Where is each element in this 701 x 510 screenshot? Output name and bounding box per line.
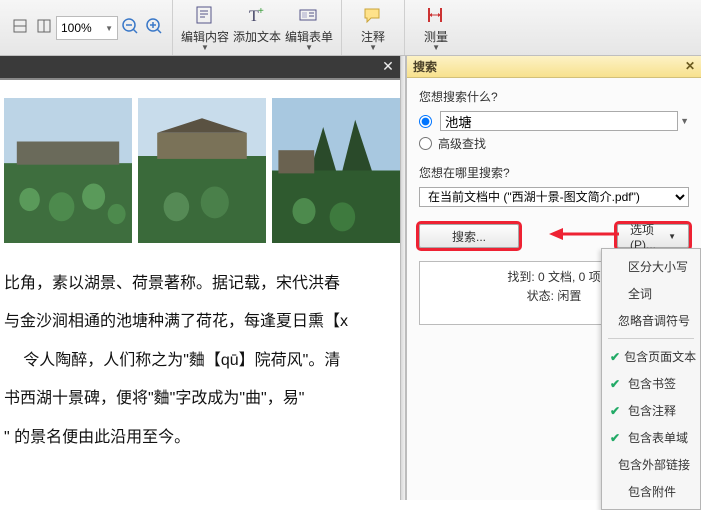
edit-group: 编辑内容 ▼ T+ 添加文本 编辑表单 ▼ [173, 0, 342, 55]
zoom-in-icon[interactable] [144, 16, 164, 36]
search-scope-label: 您想在哪里搜索? [419, 164, 689, 181]
chevron-down-icon: ▼ [201, 43, 209, 52]
edit-form-button[interactable]: 编辑表单 ▼ [283, 2, 335, 52]
advanced-search-label: 高级查找 [438, 135, 486, 152]
annotate-button[interactable]: 注释 ▼ [348, 2, 398, 52]
search-term-radio[interactable] [419, 115, 432, 128]
option-include-attachments[interactable]: 包含附件 [602, 478, 700, 505]
fit-width-icon[interactable] [10, 16, 30, 36]
photo-thumbnail [138, 98, 266, 243]
search-scope-select[interactable]: 在当前文档中 ("西湖十景-图文简介.pdf") [419, 187, 689, 207]
image-row [0, 98, 400, 243]
annotate-icon [362, 4, 384, 26]
document-pane: ✕ [0, 56, 400, 500]
article-line: " 的景名便由此沿用至今。 [4, 419, 396, 457]
photo-thumbnail [272, 98, 400, 243]
zoom-group: 100% ▼ [2, 0, 173, 55]
edit-content-button[interactable]: 编辑内容 ▼ [179, 2, 231, 52]
add-text-icon: T+ [246, 4, 268, 26]
search-input[interactable] [440, 111, 678, 131]
chevron-down-icon: ▼ [305, 43, 313, 52]
fit-page-icon[interactable] [34, 16, 54, 36]
option-ignore-diacritics[interactable]: 忽略音调符号 [602, 307, 700, 334]
zoom-out-icon[interactable] [120, 16, 140, 36]
search-term-row: ▼ [419, 111, 689, 131]
search-button[interactable]: 搜索... [419, 224, 519, 248]
search-buttons-row: 搜索... 选项(P)... ▼ [419, 221, 689, 251]
close-icon[interactable]: ✕ [683, 59, 697, 73]
article-line: 与金沙涧相通的池塘种满了荷花，每逢夏日熏【x [4, 303, 396, 341]
photo-thumbnail [4, 98, 132, 243]
options-dropdown-menu: 区分大小写 全词 忽略音调符号 ✔包含页面文本 ✔包含书签 ✔包含注释 ✔包含表… [601, 248, 701, 510]
annotation-arrow [549, 227, 619, 241]
comment-group: 注释 ▼ [342, 0, 405, 55]
option-include-formfields[interactable]: ✔包含表单域 [602, 424, 700, 451]
document-body: 比角，素以湖景、荷景著称。据记载，宋代洪春 与金沙涧相通的池塘种满了荷花，每逢夏… [0, 78, 400, 500]
add-text-button[interactable]: T+ 添加文本 [231, 2, 283, 52]
svg-text:+: + [258, 6, 264, 17]
search-what-label: 您想搜索什么? [419, 88, 689, 105]
option-include-links[interactable]: 包含外部链接 [602, 451, 700, 478]
measure-button[interactable]: 测量 ▼ [411, 2, 461, 52]
option-case-sensitive[interactable]: 区分大小写 [602, 253, 700, 280]
option-include-comments[interactable]: ✔包含注释 [602, 397, 700, 424]
search-pane-title: 搜索 ✕ [407, 56, 701, 78]
option-include-pagetext[interactable]: ✔包含页面文本 [602, 343, 700, 370]
chevron-down-icon: ▼ [369, 43, 377, 52]
chevron-down-icon: ▼ [432, 43, 440, 52]
close-icon[interactable]: ✕ [380, 58, 396, 74]
article-text: 比角，素以湖景、荷景著称。据记载，宋代洪春 与金沙涧相通的池塘种满了荷花，每逢夏… [0, 243, 400, 457]
option-include-bookmarks[interactable]: ✔包含书签 [602, 370, 700, 397]
advanced-search-row: 高级查找 [419, 135, 689, 152]
measure-icon [425, 4, 447, 26]
menu-separator [608, 338, 694, 339]
article-line: 令人陶醉，人们称之为"麯【qū】院荷风"。清 [4, 342, 396, 380]
zoom-combo[interactable]: 100% ▼ [56, 16, 118, 40]
advanced-search-radio[interactable] [419, 137, 432, 150]
edit-form-icon [298, 4, 320, 26]
article-line: 比角，素以湖景、荷景著称。据记载，宋代洪春 [4, 265, 396, 303]
measure-group: 测量 ▼ [405, 0, 467, 55]
options-button[interactable]: 选项(P)... ▼ [617, 224, 689, 248]
edit-content-icon [194, 4, 216, 26]
ribbon-toolbar: 100% ▼ 编辑内容 ▼ T+ 添加文本 编辑表单 [0, 0, 701, 56]
option-whole-word[interactable]: 全词 [602, 280, 700, 307]
content-row: ✕ [0, 56, 701, 500]
article-line: 书西湖十景碑，便将"麯"字改成为"曲"，易" [4, 380, 396, 418]
document-tabbar: ✕ [0, 56, 400, 78]
zoom-value: 100% [61, 21, 92, 35]
